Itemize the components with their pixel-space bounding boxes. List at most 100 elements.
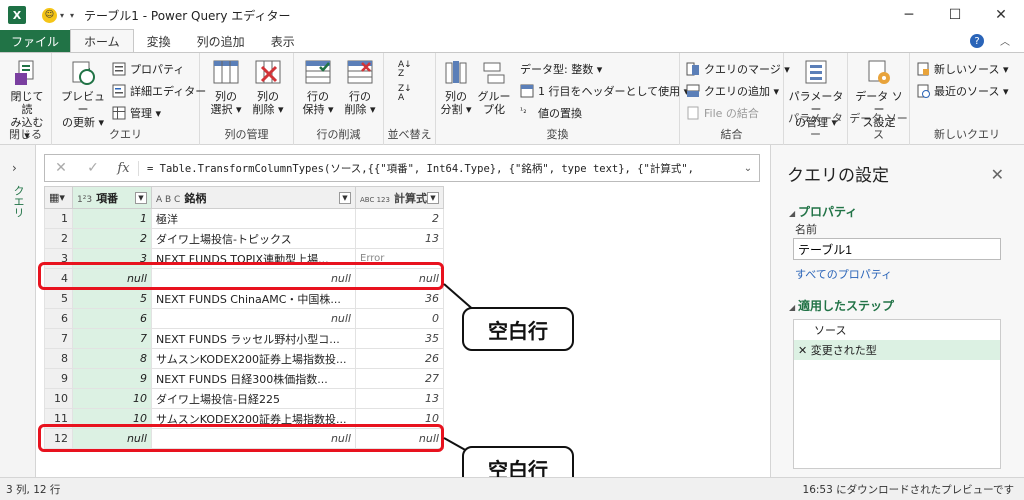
filter-dropdown-icon[interactable]: ▼ [339,191,351,204]
table-cell[interactable]: 2 [44,228,73,249]
dropdown-icon[interactable]: ▾ [60,11,64,20]
table-cell[interactable]: 極洋 [151,208,356,229]
table-row[interactable]: 7 7 NEXT FUNDS ラッセル野村小型コ... 35 [44,328,444,349]
tab-home[interactable]: ホーム [70,29,134,52]
table-menu-icon[interactable]: ▦▾ [44,186,73,209]
customize-qat-icon[interactable]: ▾ [70,11,74,20]
filter-dropdown-icon[interactable]: ▼ [135,191,147,204]
table-cell[interactable]: 13 [355,388,444,409]
data-type-dropdown[interactable]: データ型: 整数 ▾ [520,61,602,77]
minimize-button[interactable]: ─ [886,0,932,30]
expand-formula-icon[interactable]: ⌄ [737,163,759,174]
table-cell[interactable]: 0 [355,308,444,329]
table-cell[interactable]: 8 [44,348,73,369]
queries-pane-label[interactable]: クエリ [10,185,26,218]
choose-columns-button[interactable]: 列の 選択 ▾ [206,59,246,116]
table-cell[interactable]: 7 [44,328,73,349]
sort-ascending-icon: A↓ Z [398,60,412,79]
column-header-1[interactable]: 1²3 項番 ▼ [72,186,152,209]
group-by-button[interactable]: グルー プ化 [476,59,512,116]
table-cell[interactable]: 2 [72,228,152,249]
table-cell[interactable]: 9 [72,368,152,389]
step-source[interactable]: ソース [794,320,1000,340]
fx-icon[interactable]: fx [109,160,139,176]
integer-type-icon[interactable]: 1²3 [77,195,92,205]
filter-dropdown-icon[interactable]: ▼ [426,191,439,204]
table-cell[interactable]: 5 [44,288,73,309]
expand-queries-icon[interactable]: › [12,161,17,175]
manage-button[interactable]: 管理 ▾ [112,105,161,121]
tab-transform[interactable]: 変換 [134,30,184,52]
table-row[interactable]: 9 9 NEXT FUNDS 日経300株価指数... 27 [44,368,444,389]
refresh-preview-button[interactable]: プレビュー の更新 ▾ [58,59,108,129]
sort-descending-button[interactable]: Z↓ A [398,85,412,103]
table-row[interactable]: 1 1 極洋 2 [44,208,444,229]
table-cell[interactable]: 10 [44,388,73,409]
table-cell[interactable]: 2 [355,208,444,229]
chevron-up-icon[interactable]: ︿ [1000,33,1010,48]
tab-add-column[interactable]: 列の追加 [184,30,258,52]
table-cell[interactable]: 26 [355,348,444,369]
applied-steps-header[interactable]: 適用したステップ [789,297,894,314]
table-row[interactable]: 6 6 null 0 [44,308,444,329]
step-changed-type[interactable]: ✕ 変更された型 [794,340,1000,360]
callout-blank-row-1: 空白行 [462,307,574,351]
column-header-2[interactable]: A B C 銘柄 ▼ [151,186,356,209]
table-row[interactable]: 8 8 サムスンKODEX200証券上場指数投... 26 [44,348,444,369]
table-cell[interactable]: 6 [44,308,73,329]
sort-ascending-button[interactable]: A↓ Z [398,61,412,79]
split-column-button[interactable]: 列の 分割 ▾ [438,59,474,116]
table-cell[interactable]: 7 [72,328,152,349]
properties-section-header[interactable]: プロパティ [789,203,857,220]
table-cell[interactable]: ダイワ上場投信-日経225 [151,388,356,409]
table-cell[interactable]: null [151,308,356,329]
advanced-editor-button[interactable]: 詳細エディター [112,83,206,99]
table-cell[interactable]: 8 [72,348,152,369]
replace-values-button[interactable]: ¹₂ 値の置換 [520,105,582,121]
confirm-icon[interactable]: ✓ [77,160,109,176]
help-icon[interactable]: ? [970,34,984,48]
table-cell[interactable]: 27 [355,368,444,389]
table-row[interactable]: 2 2 ダイワ上場投信-トピックス 13 [44,228,444,249]
merge-queries-button[interactable]: クエリのマージ ▾ [686,61,790,77]
formula-input[interactable]: = Table.TransformColumnTypes(ソース,{{"項番",… [139,161,737,176]
table-cell[interactable]: サムスンKODEX200証券上場指数投... [151,348,356,369]
keep-rows-button[interactable]: 行の 保持 ▾ [298,59,338,116]
table-cell[interactable]: 6 [72,308,152,329]
table-cell[interactable]: 13 [355,228,444,249]
table-cell[interactable]: 35 [355,328,444,349]
query-name-input[interactable] [793,238,1001,260]
tab-file[interactable]: ファイル [0,30,71,52]
column-header-3[interactable]: ABC 123 計算式 ▼ [355,186,444,209]
table-cell[interactable]: 9 [44,368,73,389]
combine-files-button[interactable]: File の結合 [686,105,759,121]
table-row[interactable]: 10 10 ダイワ上場投信-日経225 13 [44,388,444,409]
table-cell[interactable]: 5 [72,288,152,309]
smiley-icon[interactable]: ☺ [42,7,57,23]
table-row[interactable]: 5 5 NEXT FUNDS ChinaAMC・中国株... 36 [44,288,444,309]
table-cell[interactable]: 1 [44,208,73,229]
table-cell[interactable]: NEXT FUNDS ラッセル野村小型コ... [151,328,356,349]
remove-columns-icon [254,59,282,87]
any-type-icon[interactable]: ABC 123 [360,196,390,204]
table-cell[interactable]: NEXT FUNDS ChinaAMC・中国株... [151,288,356,309]
new-source-button[interactable]: 新しいソース ▾ [916,61,1008,77]
remove-columns-button[interactable]: 列の 削除 ▾ [248,59,288,116]
table-cell[interactable]: 36 [355,288,444,309]
close-settings-icon[interactable]: ✕ [991,165,1004,184]
cancel-icon[interactable]: ✕ [45,160,77,176]
table-cell[interactable]: 10 [72,388,152,409]
properties-button[interactable]: プロパティ [112,61,184,77]
tab-view[interactable]: 表示 [258,30,308,52]
table-cell[interactable]: ダイワ上場投信-トピックス [151,228,356,249]
maximize-button[interactable]: ☐ [932,0,978,30]
all-properties-link[interactable]: すべてのプロパティ [795,266,892,282]
text-type-icon[interactable]: A B C [156,195,180,205]
close-button[interactable]: ✕ [978,0,1024,30]
append-queries-button[interactable]: クエリの追加 ▾ [686,83,779,99]
table-cell[interactable]: 1 [72,208,152,229]
remove-rows-button[interactable]: 行の 削除 ▾ [340,59,380,116]
recent-sources-button[interactable]: 最近のソース ▾ [916,83,1008,99]
use-first-row-as-headers-button[interactable]: 1 行目をヘッダーとして使用 ▾ [520,83,689,99]
table-cell[interactable]: NEXT FUNDS 日経300株価指数... [151,368,356,389]
